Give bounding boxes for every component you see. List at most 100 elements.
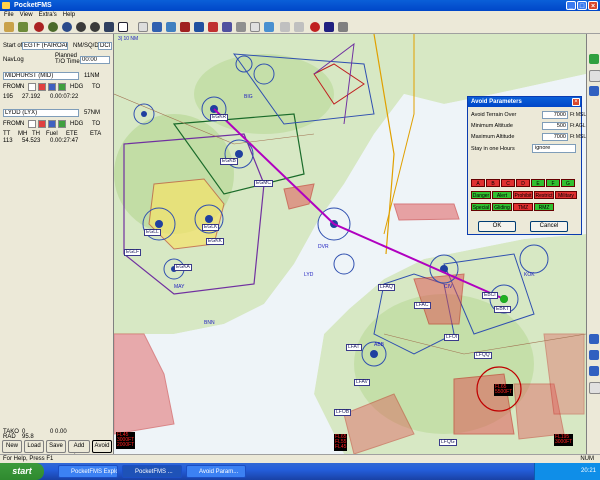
airport-label: LFAC	[414, 302, 431, 309]
grid-icon[interactable]	[250, 22, 260, 32]
taskbar-item-explorer[interactable]: PocketFMS Explorer	[58, 465, 118, 478]
menu-view[interactable]: View	[20, 11, 33, 20]
zoom-in-icon[interactable]	[589, 334, 599, 344]
airport-icon[interactable]	[235, 150, 243, 158]
airport-label: EGKK	[206, 238, 224, 245]
start-button[interactable]: start	[0, 463, 44, 480]
route-tool-icon[interactable]	[4, 22, 14, 32]
mission-field[interactable]: DCI	[98, 42, 112, 50]
pan-icon[interactable]	[138, 22, 148, 32]
airport-icon[interactable]	[141, 111, 147, 117]
wp2-delete-icon[interactable]	[38, 120, 46, 128]
wp1-delete-icon[interactable]	[38, 83, 46, 91]
layer-tool-icon[interactable]	[18, 22, 28, 32]
class-a-toggle[interactable]: A	[471, 179, 485, 187]
stop-icon[interactable]	[34, 22, 44, 32]
settings-icon[interactable]	[338, 22, 348, 32]
menu-help[interactable]: Help	[63, 11, 75, 20]
wp1-tt-value: 195	[3, 94, 14, 100]
map-view-icon[interactable]	[118, 22, 128, 32]
avoid-terrain-input[interactable]: 7000	[542, 111, 568, 119]
danger-toggle[interactable]: Danger	[471, 191, 491, 199]
wp2-edit-icon[interactable]	[48, 120, 56, 128]
avoid-button[interactable]: Avoid	[92, 440, 112, 453]
menu-file[interactable]: File	[4, 11, 14, 20]
destination-waypoint[interactable]	[500, 295, 508, 303]
taskbar-item-avoid[interactable]: Avoid Param...	[186, 465, 246, 478]
clock: 20:21	[580, 468, 596, 474]
military-toggle[interactable]: Military	[555, 191, 577, 199]
dialog-close-button[interactable]: ×	[572, 98, 580, 106]
airspace-icon[interactable]	[194, 22, 204, 32]
terrain-icon[interactable]	[236, 22, 246, 32]
north-up-icon[interactable]	[589, 70, 600, 82]
rmz-toggle[interactable]: RMZ	[534, 203, 554, 211]
minimum-altitude-input[interactable]: 500	[542, 122, 568, 130]
total-right: 0 0.00	[50, 429, 67, 435]
zoom-out-icon[interactable]	[589, 350, 599, 360]
airport-icon[interactable]	[205, 215, 213, 223]
route-panel: Start of EGTF (FAIROAKS) NM/SQ/DIS DCI N…	[0, 34, 114, 460]
wp1-add-icon[interactable]	[58, 83, 66, 91]
waypoint-icon[interactable]	[152, 22, 162, 32]
compass-icon[interactable]	[62, 22, 72, 32]
wp1-check-icon[interactable]	[28, 83, 36, 91]
gliding-toggle[interactable]: Gliding	[492, 203, 512, 211]
menu-extras[interactable]: Extra's	[39, 11, 57, 20]
load-button[interactable]: Load	[24, 440, 44, 453]
restricted-icon[interactable]	[208, 22, 218, 32]
tmz-toggle[interactable]: TMZ	[513, 203, 533, 211]
special-toggle[interactable]: Special	[471, 203, 491, 211]
airport-label: LFAQ	[378, 284, 395, 291]
wp1-edit-icon[interactable]	[48, 83, 56, 91]
taskbar-item-pocketfms[interactable]: PocketFMS ...	[122, 465, 182, 478]
airspace-filter-icon[interactable]	[589, 86, 599, 96]
class-e-toggle[interactable]: E	[531, 179, 545, 187]
close-button[interactable]: ×	[588, 1, 598, 10]
zoom-in-icon[interactable]	[280, 22, 290, 32]
ok-button[interactable]: OK	[478, 221, 516, 232]
save-button[interactable]: Save	[46, 440, 66, 453]
class-c-toggle[interactable]: C	[501, 179, 515, 187]
gps-icon[interactable]	[324, 22, 334, 32]
vor-icon[interactable]	[166, 22, 176, 32]
stay-select[interactable]: ignore	[532, 144, 576, 153]
wp1-north: N	[20, 84, 25, 90]
restrict-toggle[interactable]: Restrict	[534, 191, 554, 199]
wp2-check-icon[interactable]	[28, 120, 36, 128]
record-icon[interactable]	[310, 22, 320, 32]
weather-icon[interactable]	[264, 22, 274, 32]
takeoff-time-field[interactable]: 00:00	[80, 56, 110, 64]
class-g-toggle[interactable]: G	[561, 179, 575, 187]
alert-toggle[interactable]: Alert	[492, 191, 512, 199]
zoom-out-icon[interactable]	[294, 22, 304, 32]
gps-status-icon[interactable]	[589, 54, 599, 64]
cancel-button[interactable]: Cancel	[530, 221, 568, 232]
frequency-icon[interactable]	[222, 22, 232, 32]
start-airport-select[interactable]: EGTF (FAIROAKS)	[22, 42, 68, 50]
add-leg-button[interactable]: Add Leg	[68, 440, 90, 460]
prohibit-toggle[interactable]: Prohibit	[513, 191, 533, 199]
toolbar	[0, 20, 600, 34]
new-button[interactable]: New	[2, 440, 22, 453]
layers-icon[interactable]	[589, 382, 600, 394]
minimum-altitude-unit: Ft AGL	[570, 123, 586, 129]
waypoint-2-field[interactable]: LYDD (LYX)	[3, 109, 79, 117]
class-f-toggle[interactable]: F	[546, 179, 560, 187]
center-icon[interactable]	[589, 366, 599, 376]
wp2-add-icon[interactable]	[58, 120, 66, 128]
waypoint-1-field[interactable]: MIDHURST (MID)	[3, 72, 79, 80]
danger-area-icon[interactable]	[180, 22, 190, 32]
altitude-box: FL195 3000FT	[554, 434, 574, 446]
airport-icon[interactable]	[370, 350, 378, 358]
class-b-toggle[interactable]: B	[486, 179, 500, 187]
chart-icon[interactable]	[104, 22, 114, 32]
minimize-button[interactable]: _	[566, 1, 576, 10]
class-d-toggle[interactable]: D	[516, 179, 530, 187]
globe-icon[interactable]	[48, 22, 58, 32]
clock-icon[interactable]	[90, 22, 100, 32]
gauge-icon[interactable]	[76, 22, 86, 32]
airport-icon[interactable]	[155, 220, 163, 228]
maximize-button[interactable]: □	[577, 1, 587, 10]
maximum-altitude-input[interactable]: 7000	[542, 133, 568, 141]
